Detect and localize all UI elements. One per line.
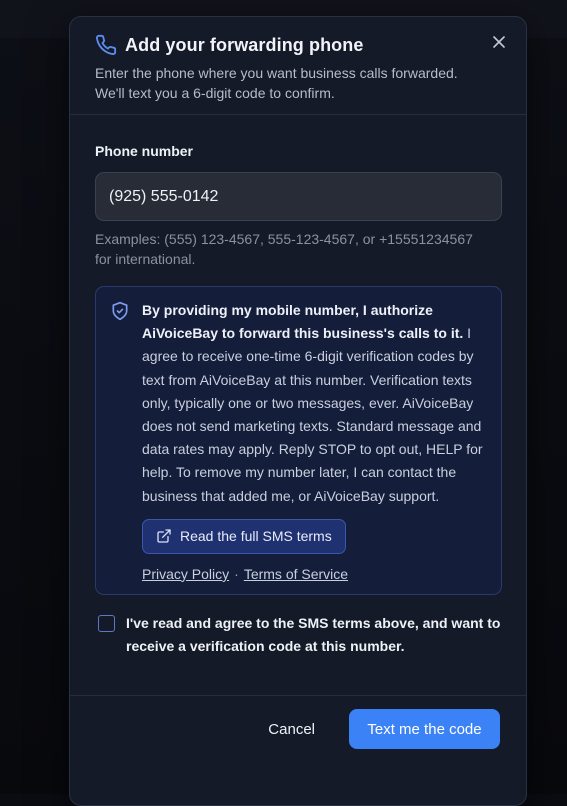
consent-authorization-text: By providing my mobile number, I authori… xyxy=(142,302,464,342)
close-button[interactable] xyxy=(490,33,508,51)
dialog-body: Phone number Examples: (555) 123-4567, 5… xyxy=(70,115,526,658)
consent-body-text: I agree to receive one-time 6-digit veri… xyxy=(142,325,483,504)
forwarding-phone-dialog: Add your forwarding phone Enter the phon… xyxy=(69,16,527,806)
read-sms-terms-button[interactable]: Read the full SMS terms xyxy=(142,518,346,554)
dialog-actions: Cancel Text me the code xyxy=(268,709,500,749)
consent-text: By providing my mobile number, I authori… xyxy=(142,299,487,508)
hint-line-1: Examples: (555) 123-4567, 555-123-4567, … xyxy=(95,231,473,247)
external-link-icon xyxy=(156,528,172,544)
privacy-policy-link[interactable]: Privacy Policy xyxy=(142,566,229,582)
consent-content: By providing my mobile number, I authori… xyxy=(142,299,487,582)
agree-checkbox[interactable] xyxy=(98,614,115,632)
dialog-subtitle: Enter the phone where you want business … xyxy=(95,63,501,103)
phone-icon xyxy=(95,34,117,56)
hint-line-2: for international. xyxy=(95,251,196,267)
shield-check-icon xyxy=(110,300,130,322)
phone-number-label: Phone number xyxy=(95,143,194,159)
sms-consent-box: By providing my mobile number, I authori… xyxy=(95,286,502,595)
terms-of-service-link[interactable]: Terms of Service xyxy=(244,566,348,582)
read-sms-terms-label: Read the full SMS terms xyxy=(180,528,332,545)
close-icon xyxy=(493,36,505,48)
dialog-title: Add your forwarding phone xyxy=(125,34,364,55)
text-me-code-button[interactable]: Text me the code xyxy=(349,709,500,749)
link-separator: · xyxy=(234,565,239,582)
phone-number-input[interactable] xyxy=(95,172,502,221)
subtitle-line-1: Enter the phone where you want business … xyxy=(95,65,458,81)
agree-row: I've read and agree to the SMS terms abo… xyxy=(95,612,501,658)
dialog-title-row: Add your forwarding phone xyxy=(95,33,501,57)
policy-links: Privacy Policy · Terms of Service xyxy=(142,566,487,582)
cancel-button[interactable]: Cancel xyxy=(268,721,315,738)
subtitle-line-2: We'll text you a 6-digit code to confirm… xyxy=(95,85,335,101)
agree-label: I've read and agree to the SMS terms abo… xyxy=(126,614,501,654)
footer-divider xyxy=(70,695,526,696)
phone-format-hint: Examples: (555) 123-4567, 555-123-4567, … xyxy=(95,229,505,269)
dialog-header: Add your forwarding phone Enter the phon… xyxy=(70,17,526,115)
